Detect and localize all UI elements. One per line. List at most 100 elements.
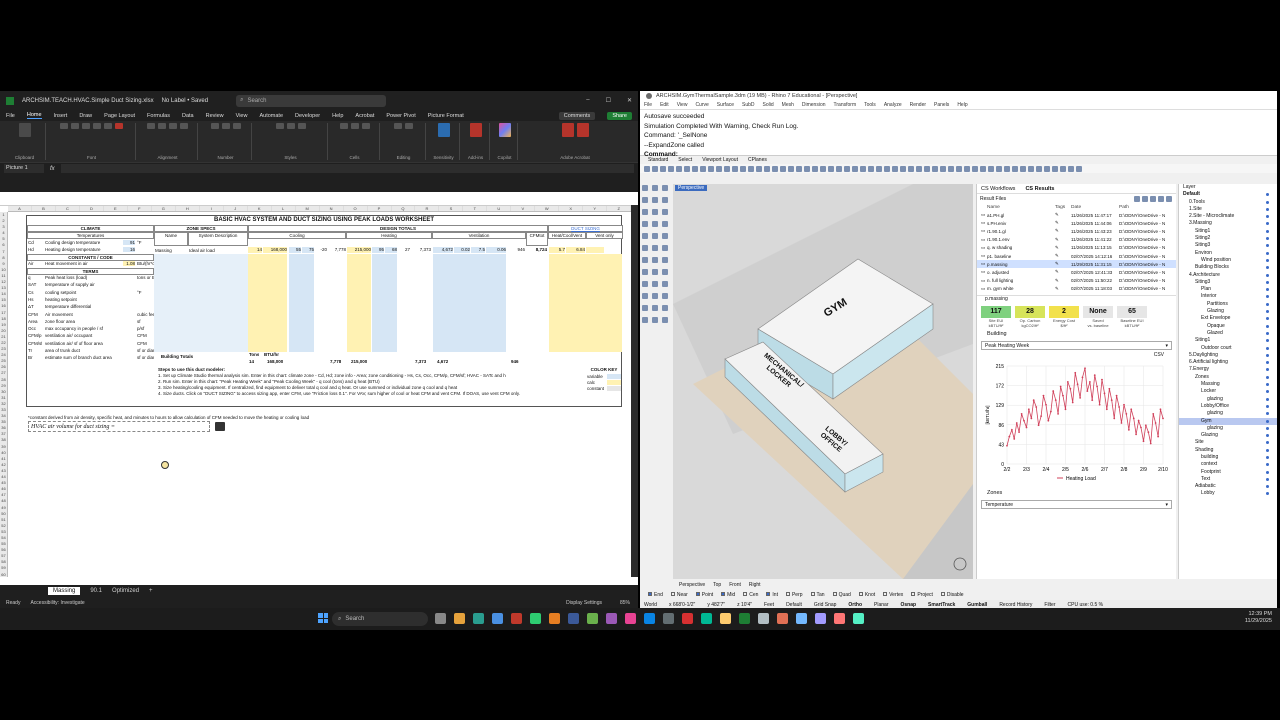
row-header[interactable]: 20 (0, 328, 7, 334)
tool-icon[interactable] (662, 293, 668, 299)
tool-icon[interactable] (1004, 165, 1010, 172)
status-filter[interactable]: Filter (1044, 602, 1055, 608)
status-grid-snap[interactable]: Grid Snap (814, 602, 837, 608)
col-header[interactable]: F (128, 206, 152, 211)
zone-hs[interactable]: 68 (385, 247, 397, 253)
osnap-int[interactable]: Int (766, 592, 778, 598)
create-pdf-outlook-icon[interactable] (576, 123, 589, 137)
rhino-menu-panels[interactable]: Panels (934, 102, 949, 108)
tab-cs-results[interactable]: CS Results (1025, 186, 1054, 192)
tab-massing[interactable]: Massing (48, 587, 81, 595)
tool-icon[interactable] (652, 293, 658, 299)
layer-row[interactable]: Gym (1179, 417, 1277, 425)
tool-icon[interactable] (796, 165, 802, 172)
addins-icon[interactable] (469, 123, 482, 137)
tool-icon[interactable] (1044, 165, 1050, 172)
perspective-viewport[interactable]: Perspective GYM MECHANICAL/ LOCKER LOBBY… (673, 184, 973, 579)
osnap-perp[interactable]: Perp (785, 592, 803, 598)
layer-row[interactable]: Opaque (1179, 323, 1277, 330)
taskbar-app-icon[interactable] (568, 613, 579, 624)
format-icon[interactable] (361, 123, 370, 129)
tool-icon[interactable] (642, 245, 648, 251)
row-header[interactable]: 52 (0, 523, 7, 529)
status-smarttrack[interactable]: SmartTrack (928, 602, 955, 608)
layer-visible-icon[interactable] (1266, 200, 1269, 204)
menu-page-layout[interactable]: Page Layout (104, 113, 135, 119)
tool-icon[interactable] (756, 165, 762, 172)
maximize-icon[interactable]: ☐ (606, 97, 611, 104)
layer-visible-icon[interactable] (1266, 339, 1269, 343)
result-file-row[interactable]: ▭ r1.90.1.env ✎ 11/26/2025 11:41:22 D:\ODNY\… (977, 236, 1176, 244)
copilot-icon[interactable] (498, 123, 511, 137)
zone-btu[interactable]: 168,000 (263, 247, 287, 253)
layer-visible-icon[interactable] (1266, 280, 1269, 284)
tool-icon[interactable] (884, 165, 890, 172)
edit-tag-icon[interactable]: ✎ (1055, 269, 1071, 275)
layer-visible-icon[interactable] (1266, 346, 1269, 350)
layer-visible-icon[interactable] (1266, 222, 1269, 226)
col-header[interactable]: M (296, 206, 320, 211)
taskbar-app-icon[interactable] (815, 613, 826, 624)
tool-icon[interactable] (652, 185, 658, 191)
layer-row[interactable]: Site (1179, 439, 1277, 446)
layer-row[interactable]: 1.Site (1179, 206, 1277, 213)
layer-row[interactable]: Lobby (1179, 490, 1277, 497)
font-color-icon[interactable] (115, 123, 123, 129)
tool-icon[interactable] (1036, 165, 1042, 172)
tool-icon[interactable] (932, 165, 938, 172)
delete-icon[interactable] (350, 123, 359, 129)
formula-picture[interactable]: HVAC air volume for duct sizing = (28, 421, 210, 432)
edit-tag-icon[interactable]: ✎ (1055, 212, 1071, 218)
tool-icon[interactable] (642, 233, 648, 239)
rhino-menu-dimension[interactable]: Dimension (802, 102, 826, 108)
tool-icon[interactable] (972, 165, 978, 172)
rhino-menu-render[interactable]: Render (910, 102, 926, 108)
paste-icon[interactable] (18, 123, 31, 137)
tool-icon[interactable] (662, 233, 668, 239)
tool-icon[interactable] (652, 209, 658, 215)
layer-row[interactable]: 0.Tools (1179, 199, 1277, 206)
status-x[interactable]: x 668'0-1/2" (669, 602, 695, 608)
term-value[interactable]: 16 (123, 247, 135, 252)
spreadsheet-grid[interactable]: ABCDEFGHIJKLMNOPQRSTUVWXYZ 1 2 3 4 5 6 7 8 9 10 11… (0, 205, 632, 577)
layer-visible-icon[interactable] (1266, 492, 1269, 496)
taskbar-app-icon[interactable] (473, 613, 484, 624)
layer-row[interactable]: Plan (1179, 286, 1277, 293)
taskbar-app-icon[interactable] (796, 613, 807, 624)
osnap-near[interactable]: Near (670, 592, 688, 598)
layer-visible-icon[interactable] (1266, 273, 1269, 277)
copilot-label[interactable]: Copilot (497, 155, 511, 160)
layer-row[interactable]: Glazing (1179, 308, 1277, 315)
taskbar-app-icon[interactable] (663, 613, 674, 624)
taskbar-app-icon[interactable] (758, 613, 769, 624)
edit-tag-icon[interactable]: ✎ (1055, 228, 1071, 234)
result-file-row[interactable]: ▭ s.PH.eniv ✎ 11/26/2025 11:44:06 D:\ODNY\On… (977, 219, 1176, 227)
tool-icon[interactable] (948, 165, 954, 172)
osnap-end[interactable]: End (648, 592, 663, 598)
wrap-text-icon[interactable] (169, 123, 177, 129)
folder-icon[interactable] (1142, 196, 1148, 202)
tool-icon[interactable] (1012, 165, 1018, 172)
layer-row[interactable]: Lobby/Office (1179, 403, 1277, 410)
taskbar-search[interactable]: ⌕ Search (332, 612, 428, 626)
taskbar-app-icon[interactable] (435, 613, 446, 624)
layer-visible-icon[interactable] (1266, 470, 1269, 474)
name-box[interactable]: Picture 1 (4, 164, 44, 173)
layer-row[interactable]: glazing (1179, 396, 1277, 403)
align-left-icon[interactable] (147, 123, 155, 129)
align-center-icon[interactable] (158, 123, 166, 129)
col-tags[interactable]: Tags (1055, 205, 1071, 210)
menu-power-pivot[interactable]: Power Pivot (386, 113, 415, 119)
osnap-quad[interactable]: Quad (832, 592, 851, 598)
minimize-icon[interactable]: – (586, 97, 589, 104)
zone-tr[interactable]: 5.7 (549, 247, 565, 253)
column-headers[interactable]: ABCDEFGHIJKLMNOPQRSTUVWXYZ (8, 206, 632, 212)
col-header[interactable]: A (8, 206, 32, 211)
result-file-row[interactable]: ▭ a1.PH.gl ✎ 11/26/2025 11:47:17 D:\ODNY\One… (977, 211, 1176, 219)
layer-visible-icon[interactable] (1266, 426, 1269, 430)
add-sheet-icon[interactable]: + (149, 588, 153, 594)
taskbar-app-icon[interactable] (511, 613, 522, 624)
tool-icon[interactable] (642, 293, 648, 299)
result-file-row[interactable]: ▭ q. w shading ✎ 11/26/2025 11:13:15 D:\ODNY… (977, 244, 1176, 252)
layer-row[interactable]: Zones (1179, 374, 1277, 381)
